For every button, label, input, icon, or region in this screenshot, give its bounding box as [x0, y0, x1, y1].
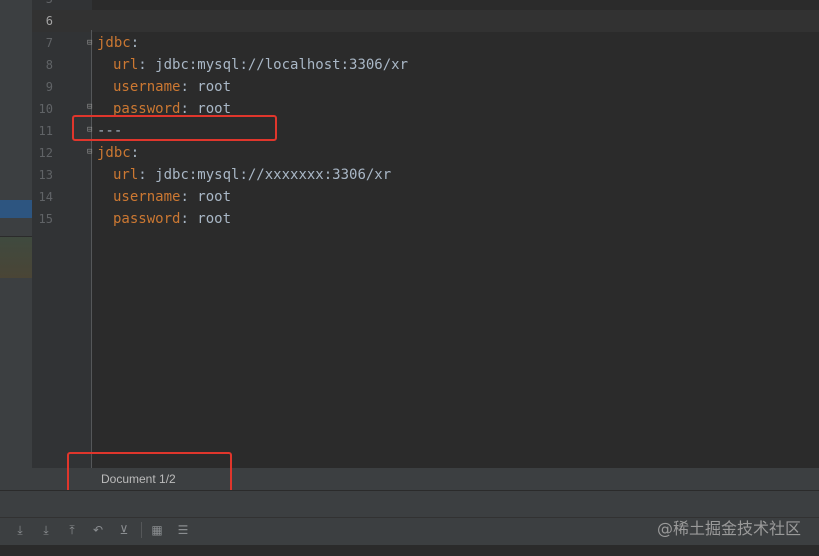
yaml-key: jdbc	[97, 145, 131, 161]
upload-icon[interactable]: ⤒	[63, 521, 81, 539]
yaml-colon: :	[180, 211, 198, 227]
code-line[interactable]: username: root	[97, 186, 231, 208]
yaml-colon: :	[138, 57, 156, 73]
fold-marker-icon[interactable]: ⊟	[87, 39, 96, 48]
yaml-value: root	[197, 79, 232, 95]
download-icon[interactable]: ⤓	[11, 521, 29, 539]
revert-icon[interactable]: ↶	[89, 521, 107, 539]
yaml-key: jdbc	[97, 35, 131, 51]
yaml-key: url	[113, 167, 139, 183]
line-number: 10	[38, 102, 53, 116]
line-number: 11	[38, 124, 53, 138]
divider	[0, 236, 32, 237]
code-line[interactable]: password: root	[97, 208, 231, 230]
project-modified-rows	[0, 236, 32, 278]
yaml-value: jdbc:mysql://xxxxxxx:3306/xr	[155, 167, 392, 183]
line-number: 13	[38, 168, 53, 182]
line-number: 5	[32, 0, 53, 10]
toolbar-separator	[141, 522, 142, 538]
yaml-key: password	[113, 211, 181, 227]
bottom-strip	[0, 545, 819, 556]
bottom-panel	[0, 491, 819, 517]
caret-row-highlight	[32, 10, 819, 32]
line-number: 15	[38, 212, 53, 226]
code-line[interactable]: jdbc:	[97, 142, 139, 164]
yaml-value: jdbc:mysql://localhost:3306/xr	[155, 57, 409, 73]
fold-marker-icon[interactable]: ⊟	[87, 148, 96, 157]
code-line[interactable]: url: jdbc:mysql://xxxxxxx:3306/xr	[97, 164, 391, 186]
ide-window: 5 6 7 8 9 10 11 12 13 14 15 ⊟ ⊟ ⊟ ⊟ jdbc…	[0, 0, 819, 556]
yaml-key: username	[113, 79, 181, 95]
line-number: 8	[45, 58, 53, 72]
line-number: 14	[38, 190, 53, 204]
yaml-value: root	[197, 189, 232, 205]
indent-guide	[91, 30, 92, 468]
line-number-current: 6	[45, 14, 53, 28]
yaml-colon: :	[130, 35, 140, 51]
yaml-colon: :	[180, 189, 198, 205]
yaml-value: root	[197, 211, 232, 227]
yaml-key: url	[113, 57, 139, 73]
filter-icon[interactable]: ⊻	[115, 521, 133, 539]
yaml-key: username	[113, 189, 181, 205]
highlight-box-separator	[72, 115, 277, 141]
code-line[interactable]: username: root	[97, 76, 231, 98]
yaml-colon: :	[138, 167, 156, 183]
fold-end-marker-icon[interactable]: ⊟	[87, 103, 96, 112]
download-alt-icon[interactable]: ⤓	[37, 521, 55, 539]
yaml-colon: :	[130, 145, 140, 161]
project-selected-row[interactable]	[0, 200, 32, 218]
watermark-text: @稀土掘金技术社区	[656, 519, 801, 538]
yaml-colon: :	[180, 79, 198, 95]
line-number: 9	[45, 80, 53, 94]
line-number: 12	[38, 146, 53, 160]
code-line[interactable]: jdbc:	[97, 32, 139, 54]
table-icon[interactable]: ▦	[148, 521, 166, 539]
code-line[interactable]: url: jdbc:mysql://localhost:3306/xr	[97, 54, 408, 76]
settings-icon[interactable]: ☰	[174, 521, 192, 539]
line-number: 7	[45, 36, 53, 50]
